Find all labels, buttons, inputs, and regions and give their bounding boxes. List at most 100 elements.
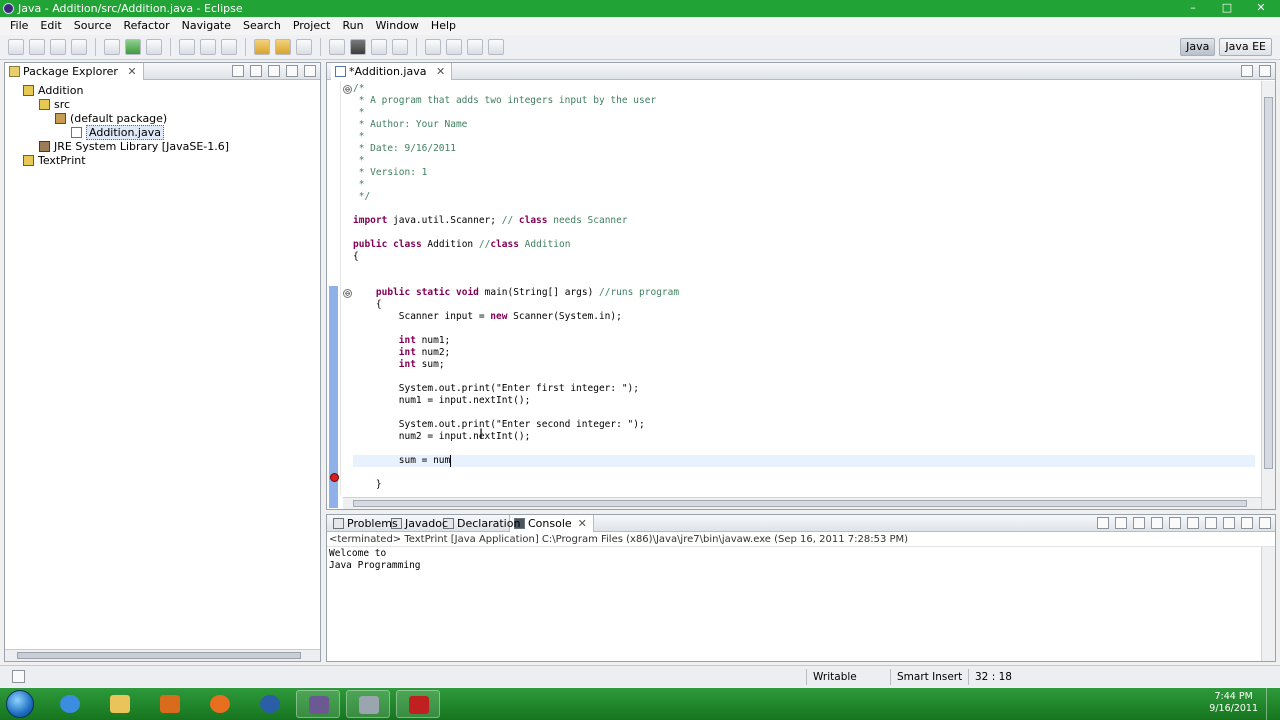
tree-item[interactable]: (default package) <box>55 112 167 126</box>
status-insert-mode[interactable]: Smart Insert <box>890 669 970 685</box>
system-clock[interactable]: 7:44 PM 9/16/2011 <box>1209 691 1258 715</box>
display-console-icon[interactable] <box>1205 517 1217 529</box>
close-button[interactable]: ✕ <box>1248 1 1274 15</box>
link-with-editor-icon[interactable] <box>250 65 262 77</box>
collapse-all-icon[interactable] <box>232 65 244 77</box>
toggle-block-selection-icon[interactable] <box>350 39 366 55</box>
run-icon[interactable] <box>125 39 141 55</box>
clear-console-icon[interactable] <box>1151 517 1163 529</box>
code-line: num1 = input.nextInt(); <box>353 395 531 406</box>
perspective-java-ee[interactable]: Java EE <box>1219 38 1272 56</box>
new-class-icon[interactable] <box>221 39 237 55</box>
window-title-bar[interactable]: Java - Addition/src/Addition.java - Ecli… <box>0 0 1280 17</box>
new-java-project-icon[interactable] <box>179 39 195 55</box>
menu-refactor[interactable]: Refactor <box>118 17 176 35</box>
console-output[interactable]: Welcome to Java Programming <box>329 548 1259 647</box>
close-icon[interactable]: ✕ <box>578 517 587 530</box>
browser-button[interactable] <box>248 690 292 718</box>
open-task-icon[interactable] <box>275 39 291 55</box>
debug-icon[interactable] <box>104 39 120 55</box>
firefox-button[interactable] <box>198 690 242 718</box>
show-whitespace-icon[interactable] <box>371 39 387 55</box>
minimize-view-icon[interactable] <box>1241 65 1253 77</box>
remove-all-terminated-icon[interactable] <box>1133 517 1145 529</box>
terminate-icon[interactable] <box>1097 517 1109 529</box>
minimize-view-icon[interactable] <box>1241 517 1253 529</box>
new-package-icon[interactable] <box>200 39 216 55</box>
tree-item[interactable]: JRE System Library [JavaSE-1.6] <box>39 140 229 154</box>
toggle-mark-occurrences-icon[interactable] <box>329 39 345 55</box>
external-tools-icon[interactable] <box>146 39 162 55</box>
menu-search[interactable]: Search <box>237 17 287 35</box>
menu-file[interactable]: File <box>4 17 34 35</box>
menu-help[interactable]: Help <box>425 17 462 35</box>
internet-explorer-button[interactable] <box>48 690 92 718</box>
remove-launch-icon[interactable] <box>1115 517 1127 529</box>
maximize-view-icon[interactable] <box>304 65 316 77</box>
pin-editor-icon[interactable] <box>392 39 408 55</box>
forward-icon[interactable] <box>488 39 504 55</box>
code-line: int num2; <box>398 347 451 358</box>
save-icon[interactable] <box>29 39 45 55</box>
fold-toggle-icon[interactable]: ⊖ <box>343 289 352 298</box>
error-icon[interactable] <box>330 473 339 482</box>
scroll-lock-icon[interactable] <box>1169 517 1181 529</box>
minimize-button[interactable]: – <box>1180 1 1206 15</box>
perspective-java[interactable]: Java <box>1180 38 1216 56</box>
search-icon[interactable] <box>296 39 312 55</box>
tree-item-label: JRE System Library [JavaSE-1.6] <box>54 140 230 153</box>
tab-addition-java[interactable]: *Addition.java ✕ <box>331 63 453 80</box>
show-desktop-button[interactable] <box>1266 688 1280 720</box>
fast-view-icon[interactable] <box>12 670 25 683</box>
print-icon[interactable] <box>71 39 87 55</box>
text-cursor-icon: I <box>479 427 484 443</box>
toolbar-separator <box>320 38 321 56</box>
tree-item[interactable]: Addition.java <box>71 125 164 140</box>
pin-console-icon[interactable] <box>1187 517 1199 529</box>
scrollbar-thumb[interactable] <box>1264 97 1273 469</box>
view-menu-icon[interactable] <box>268 65 280 77</box>
recorder-task-button[interactable] <box>396 690 440 718</box>
close-icon[interactable]: ✕ <box>127 65 136 78</box>
tree-item[interactable]: Addition <box>23 84 83 98</box>
java-file-icon <box>335 66 346 77</box>
next-annotation-icon[interactable] <box>425 39 441 55</box>
scrollbar-thumb[interactable] <box>353 500 1247 507</box>
file-explorer-button[interactable] <box>98 690 142 718</box>
editor-horizontal-scrollbar[interactable] <box>343 497 1261 509</box>
new-icon[interactable] <box>8 39 24 55</box>
maximize-button[interactable]: □ <box>1214 1 1240 15</box>
menu-run[interactable]: Run <box>336 17 369 35</box>
package-explorer-scrollbar[interactable] <box>5 649 320 661</box>
save-all-icon[interactable] <box>50 39 66 55</box>
editor-ruler[interactable] <box>327 81 341 508</box>
menu-source[interactable]: Source <box>68 17 118 35</box>
previous-annotation-icon[interactable] <box>446 39 462 55</box>
tree-item-label: Addition <box>38 84 84 97</box>
fold-toggle-icon[interactable]: ⊖ <box>343 85 352 94</box>
maximize-view-icon[interactable] <box>1259 517 1271 529</box>
media-player-button[interactable] <box>148 690 192 718</box>
tab-package-explorer[interactable]: Package Explorer ✕ <box>5 63 144 80</box>
start-button[interactable] <box>6 690 34 718</box>
menu-edit[interactable]: Edit <box>34 17 67 35</box>
menu-navigate[interactable]: Navigate <box>176 17 237 35</box>
editor-vertical-scrollbar[interactable] <box>1261 81 1275 509</box>
open-type-icon[interactable] <box>254 39 270 55</box>
firefox-icon <box>210 695 230 713</box>
tab-problems[interactable]: Problems <box>329 515 404 532</box>
scrollbar-thumb[interactable] <box>17 652 301 659</box>
open-console-icon[interactable] <box>1223 517 1235 529</box>
maximize-view-icon[interactable] <box>1259 65 1271 77</box>
menu-project[interactable]: Project <box>287 17 337 35</box>
eclipse-task-button[interactable] <box>296 690 340 718</box>
back-icon[interactable] <box>467 39 483 55</box>
console-scrollbar[interactable] <box>1261 547 1275 661</box>
tree-item[interactable]: src <box>39 98 70 112</box>
tree-item[interactable]: TextPrint <box>23 154 86 168</box>
task-button[interactable] <box>346 690 390 718</box>
menu-window[interactable]: Window <box>370 17 425 35</box>
close-icon[interactable]: ✕ <box>436 65 445 78</box>
minimize-view-icon[interactable] <box>286 65 298 77</box>
clock-time: 7:44 PM <box>1214 691 1253 702</box>
